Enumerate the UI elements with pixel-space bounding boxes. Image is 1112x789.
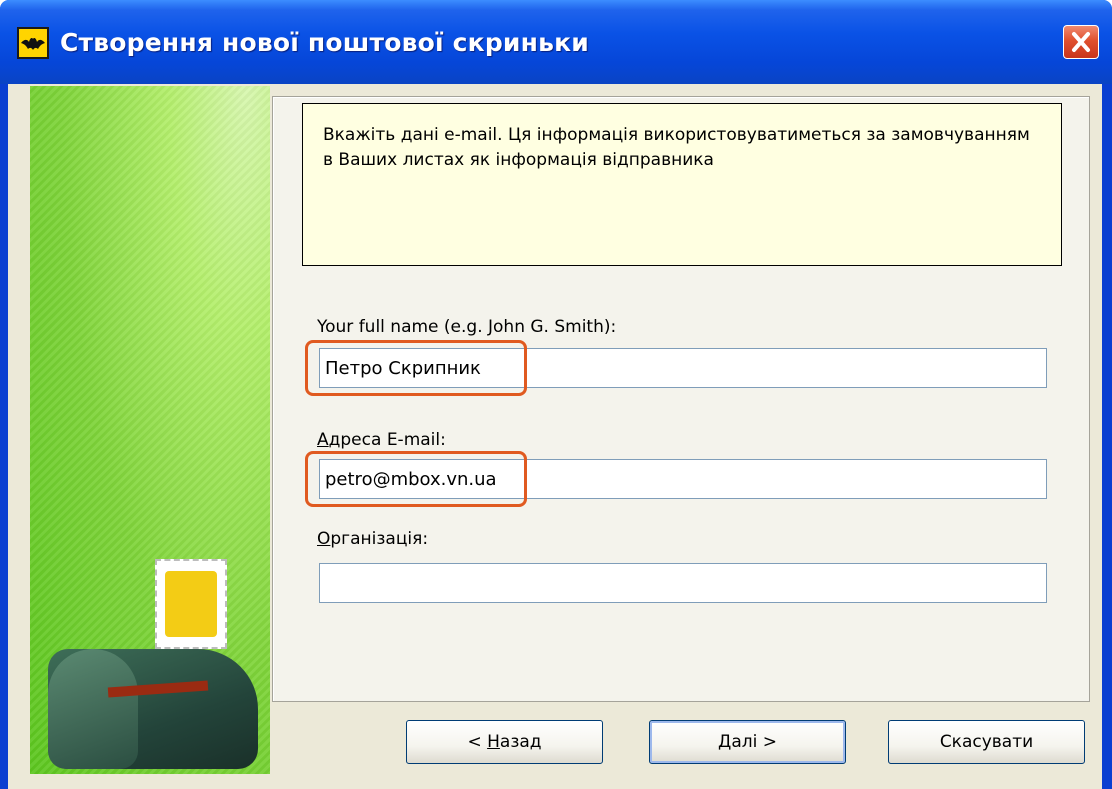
full-name-input[interactable] [319, 348, 1047, 388]
dialog-window: Створення нової поштової скриньки Вкажіт… [0, 0, 1112, 789]
info-text: Вкажіть дані e-mail. Ця інформація викор… [323, 125, 1030, 170]
email-input[interactable] [319, 459, 1047, 499]
dialog-body: Вкажіть дані e-mail. Ця інформація викор… [8, 84, 1102, 789]
email-label: Адреса E-mail: [317, 430, 446, 450]
back-button[interactable]: < Назад [406, 720, 603, 764]
cancel-button[interactable]: Скасувати [888, 720, 1085, 764]
bat-stamp-icon [155, 559, 227, 649]
window-title: Створення нової поштової скриньки [60, 28, 589, 57]
organization-label: Організація: [317, 529, 429, 549]
full-name-label: Your full name (e.g. John G. Smith): [317, 317, 617, 337]
info-box: Вкажіть дані e-mail. Ця інформація викор… [302, 103, 1062, 266]
title-bar[interactable]: Створення нової поштової скриньки [0, 0, 1112, 84]
mailbox-front [48, 649, 138, 769]
close-icon [1072, 32, 1090, 52]
close-button[interactable] [1063, 25, 1099, 59]
next-button[interactable]: Далі > [649, 720, 846, 764]
bat-icon [17, 27, 49, 59]
organization-input[interactable] [319, 563, 1047, 603]
